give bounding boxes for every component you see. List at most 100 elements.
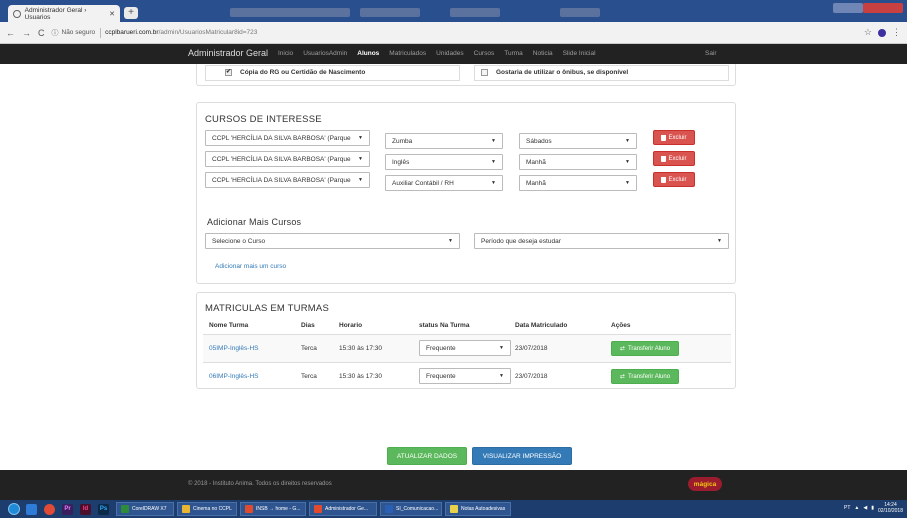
- atualizar-dados-button[interactable]: ATUALIZAR DADOS: [387, 447, 467, 465]
- select-curso[interactable]: Selecione o Curso ▼: [205, 233, 460, 249]
- taskbar-task[interactable]: SI_Comunicacao...: [380, 502, 442, 516]
- indesign-icon[interactable]: Id: [80, 503, 91, 515]
- footer-copyright: © 2018 - Instituto Anima. Todos os direi…: [188, 481, 332, 487]
- extension-icon[interactable]: [878, 28, 886, 37]
- background-tab[interactable]: [560, 8, 600, 17]
- info-icon[interactable]: ⓘ: [52, 28, 59, 38]
- trash-icon: [661, 176, 667, 183]
- transferir-label: Transferir Aluno: [627, 345, 671, 352]
- back-arrow-icon[interactable]: ←: [6, 28, 15, 38]
- tray-chevron-icon[interactable]: ▲: [854, 505, 859, 511]
- select-status[interactable]: Frequente ▼: [419, 368, 511, 384]
- select-curso-row[interactable]: Auxiliar Contábil / RH ▼: [385, 175, 503, 191]
- turma-name-link[interactable]: 06IMP-Inglês-HS: [209, 373, 259, 380]
- app-navbar: Administrador Geral Inicio UsuariosAdmin A…: [0, 44, 907, 64]
- taskbar-task[interactable]: CorelDRAW X7: [116, 502, 174, 516]
- select-status[interactable]: Frequente ▼: [419, 340, 511, 356]
- transfer-arrows-icon: ⇄: [619, 346, 625, 352]
- task-app-icon: [450, 505, 458, 513]
- nav-link-cursos[interactable]: Cursos: [474, 50, 495, 57]
- background-tab[interactable]: [360, 8, 420, 17]
- excluir-button[interactable]: Excluir: [653, 130, 695, 145]
- premiere-icon[interactable]: Pr: [62, 503, 73, 515]
- forward-arrow-icon[interactable]: →: [22, 28, 31, 38]
- document-item-rg[interactable]: ✔ Cópia do RG ou Certidão de Nascimento: [225, 69, 365, 76]
- turma-data: 23/07/2018: [515, 345, 548, 352]
- select-unidade[interactable]: CCPL 'HERCÍLIA DA SILVA BARBOSA' (Parque…: [205, 130, 370, 146]
- select-periodo-row[interactable]: Sábados ▼: [519, 133, 637, 149]
- chrome-icon[interactable]: [44, 503, 55, 515]
- background-tab[interactable]: [450, 8, 500, 17]
- language-indicator[interactable]: PT: [844, 505, 850, 511]
- select-periodo-row[interactable]: Manhã ▼: [519, 154, 637, 170]
- turma-dias: Terca: [301, 345, 317, 352]
- window-minimize-button[interactable]: [833, 3, 863, 13]
- taskbar-task[interactable]: INSB → home - G...: [240, 502, 306, 516]
- select-curso-row[interactable]: Zumba ▼: [385, 133, 503, 149]
- network-icon[interactable]: ▮: [871, 505, 874, 511]
- url-path[interactable]: /admin/UsuariosMatricular8id=723: [159, 29, 258, 36]
- footer: © 2018 - Instituto Anima. Todos os direi…: [0, 470, 907, 500]
- taskbar-task[interactable]: Notas Autoadesivas: [445, 502, 511, 516]
- select-unidade[interactable]: CCPL 'HERCÍLIA DA SILVA BARBOSA' (Parque…: [205, 151, 370, 167]
- url-host[interactable]: ccplbarueri.com.br: [105, 29, 158, 36]
- taskbar-task[interactable]: Cinema no CCPL: [177, 502, 237, 516]
- start-button-icon[interactable]: [8, 503, 20, 515]
- security-status: Não seguro: [61, 29, 96, 36]
- reload-icon[interactable]: C: [38, 28, 45, 38]
- taskbar-task[interactable]: Administrador Ge...: [309, 502, 377, 516]
- photoshop-icon[interactable]: Ps: [98, 503, 109, 515]
- nav-link-noticia[interactable]: Noticia: [533, 50, 553, 57]
- select-curso-row[interactable]: Inglês ▼: [385, 154, 503, 170]
- select-periodo-row-value: Manhã: [526, 158, 546, 166]
- new-tab-button[interactable]: +: [124, 7, 138, 19]
- checkbox-checked[interactable]: ✔: [225, 69, 232, 76]
- chevron-down-icon: ▼: [491, 138, 496, 144]
- bookmark-star-icon[interactable]: ☆: [864, 27, 872, 38]
- browser-tab[interactable]: Administrador Geral › Usuarios ✕: [8, 5, 120, 22]
- task-label: SI_Comunicacao...: [396, 506, 439, 512]
- window-close-button[interactable]: [863, 3, 903, 13]
- select-periodo-row-value: Sábados: [526, 137, 552, 145]
- nav-link-inicio[interactable]: Inicio: [278, 50, 293, 57]
- nav-link-slide-inicial[interactable]: Slide Inicial: [563, 50, 596, 57]
- clock-date: 02/10/2018: [877, 508, 903, 514]
- close-tab-icon[interactable]: ✕: [109, 10, 115, 18]
- volume-icon[interactable]: ◀: [863, 505, 867, 511]
- select-curso-row-value: Inglês: [392, 158, 410, 166]
- checkbox-unchecked[interactable]: [481, 69, 488, 76]
- chevron-down-icon: ▼: [499, 345, 504, 351]
- nav-link-usuariosadmin[interactable]: UsuariosAdmin: [303, 50, 347, 57]
- background-tab[interactable]: [230, 8, 350, 17]
- system-clock[interactable]: 14:24 02/10/2018: [878, 502, 903, 514]
- chevron-down-icon: ▼: [491, 180, 496, 186]
- logout-link[interactable]: Sair: [705, 50, 717, 57]
- nav-link-turma[interactable]: Turma: [504, 50, 523, 57]
- os-taskbar: Pr Id Ps CorelDRAW X7 Cinema no CCPL INS…: [0, 500, 907, 518]
- transferir-aluno-button[interactable]: ⇄ Transferir Aluno: [611, 369, 679, 384]
- select-periodo-row[interactable]: Manhã ▼: [519, 175, 637, 191]
- url-separator: [100, 27, 102, 38]
- select-periodo[interactable]: Período que deseja estudar ▼: [474, 233, 729, 249]
- nav-link-unidades[interactable]: Unidades: [436, 50, 463, 57]
- turmas-title: MATRICULAS EM TURMAS: [205, 303, 329, 314]
- nav-link-alunos[interactable]: Alunos: [357, 50, 379, 57]
- explorer-icon[interactable]: [26, 503, 37, 515]
- select-unidade[interactable]: CCPL 'HERCÍLIA DA SILVA BARBOSA' (Parque…: [205, 172, 370, 188]
- browser-menu-icon[interactable]: ⋮: [892, 27, 901, 38]
- turma-name-link[interactable]: 05IMP-Inglês-HS: [209, 345, 259, 352]
- table-row: 05IMP-Inglês-HS Terca 15:30 às 17:30 Fre…: [203, 334, 731, 362]
- visualizar-impressao-button[interactable]: VISUALIZAR IMPRESSÃO: [472, 447, 572, 465]
- excluir-button[interactable]: Excluir: [653, 172, 695, 187]
- excluir-button[interactable]: Excluir: [653, 151, 695, 166]
- transferir-aluno-button[interactable]: ⇄ Transferir Aluno: [611, 341, 679, 356]
- brand-title[interactable]: Administrador Geral: [188, 48, 268, 58]
- address-bar: ← → C ⓘ Não seguro ccplbarueri.com.br /a…: [0, 22, 907, 44]
- select-curso-value: Selecione o Curso: [212, 237, 266, 245]
- excluir-label: Excluir: [668, 155, 687, 162]
- nav-link-matriculados[interactable]: Matriculados: [389, 50, 426, 57]
- document-item-onibus[interactable]: Gostaria de utilizar o ônibus, se dispon…: [481, 69, 628, 76]
- turmas-panel: MATRICULAS EM TURMAS Nome Turma Dias Hor…: [196, 292, 736, 389]
- select-unidade-value: CCPL 'HERCÍLIA DA SILVA BARBOSA' (Parque: [212, 176, 351, 184]
- add-curso-link[interactable]: Adicionar mais um curso: [215, 263, 286, 270]
